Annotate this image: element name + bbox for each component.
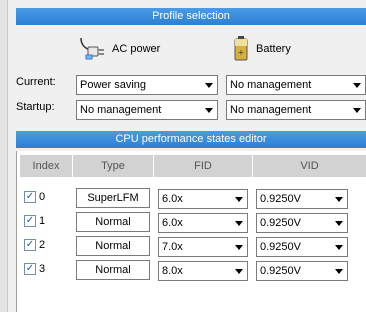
row-enable-checkbox[interactable]: ✓ xyxy=(24,263,36,275)
row-index: 0 xyxy=(39,191,46,203)
row-type-field[interactable]: Normal xyxy=(76,236,150,256)
row-enable-checkbox[interactable]: ✓ xyxy=(24,191,36,203)
row-enable-checkbox[interactable]: ✓ xyxy=(24,239,36,251)
profile-selection-header: Profile selection xyxy=(16,8,366,25)
row-type-field[interactable]: Normal xyxy=(76,260,150,280)
row-fid-dropdown[interactable]: 8.0x xyxy=(158,261,248,281)
battery-icon: + xyxy=(232,34,250,65)
current-label: Current: xyxy=(16,76,56,88)
chevron-down-icon xyxy=(205,107,213,113)
startup-ac-value: No management xyxy=(80,104,162,116)
chevron-down-icon xyxy=(335,244,343,250)
row-enable-checkbox[interactable]: ✓ xyxy=(24,215,36,227)
row-vid-dropdown[interactable]: 0.9250V xyxy=(256,261,348,281)
row-vid-dropdown[interactable]: 0.9250V xyxy=(256,213,348,233)
cpu-states-editor-header: CPU performance states editor xyxy=(16,131,366,148)
ac-power-label: AC power xyxy=(112,43,161,55)
row-vid-dropdown[interactable]: 0.9250V xyxy=(256,237,348,257)
chevron-down-icon xyxy=(235,196,243,202)
startup-ac-dropdown[interactable]: No management xyxy=(76,100,218,120)
column-header-index: Index xyxy=(20,155,72,177)
row-vid-value: 0.9250V xyxy=(260,265,301,277)
row-vid-dropdown[interactable]: 0.9250V xyxy=(256,189,348,209)
row-fid-dropdown[interactable]: 6.0x xyxy=(158,213,248,233)
row-fid-dropdown[interactable]: 7.0x xyxy=(158,237,248,257)
column-header-type: Type xyxy=(73,155,153,177)
ac-power-group: AC power xyxy=(78,34,160,64)
chevron-down-icon xyxy=(335,196,343,202)
chevron-down-icon xyxy=(353,82,361,88)
chevron-down-icon xyxy=(335,220,343,226)
battery-label: Battery xyxy=(256,43,291,55)
row-fid-value: 6.0x xyxy=(162,217,183,229)
startup-battery-value: No management xyxy=(230,104,312,116)
current-battery-value: No management xyxy=(230,79,312,91)
row-type-field[interactable]: Normal xyxy=(76,212,150,232)
row-fid-value: 6.0x xyxy=(162,193,183,205)
row-vid-value: 0.9250V xyxy=(260,217,301,229)
column-header-fid: FID xyxy=(154,155,252,177)
checkmark-icon: ✓ xyxy=(25,263,35,274)
checkmark-icon: ✓ xyxy=(25,239,35,250)
power-plug-icon xyxy=(78,34,106,65)
chevron-down-icon xyxy=(353,107,361,113)
checkmark-icon: ✓ xyxy=(25,191,35,202)
chevron-down-icon xyxy=(335,268,343,274)
svg-text:+: + xyxy=(238,48,245,57)
current-battery-dropdown[interactable]: No management xyxy=(226,75,366,95)
row-index: 1 xyxy=(39,215,46,227)
row-fid-dropdown[interactable]: 6.0x xyxy=(158,189,248,209)
row-index: 2 xyxy=(39,239,46,251)
startup-battery-dropdown[interactable]: No management xyxy=(226,100,366,120)
row-fid-value: 7.0x xyxy=(162,241,183,253)
row-vid-value: 0.9250V xyxy=(260,241,301,253)
battery-group: + Battery xyxy=(232,34,291,64)
left-panel-edge xyxy=(0,0,8,312)
startup-label: Startup: xyxy=(16,101,55,113)
row-type-field[interactable]: SuperLFM xyxy=(76,188,150,208)
chevron-down-icon xyxy=(235,244,243,250)
row-vid-value: 0.9250V xyxy=(260,193,301,205)
current-ac-value: Power saving xyxy=(80,79,147,91)
chevron-down-icon xyxy=(235,220,243,226)
current-ac-dropdown[interactable]: Power saving xyxy=(76,75,218,95)
row-fid-value: 8.0x xyxy=(162,265,183,277)
chevron-down-icon xyxy=(205,82,213,88)
column-header-vid: VID xyxy=(253,155,366,177)
chevron-down-icon xyxy=(235,268,243,274)
checkmark-icon: ✓ xyxy=(25,215,35,226)
row-index: 3 xyxy=(39,263,46,275)
